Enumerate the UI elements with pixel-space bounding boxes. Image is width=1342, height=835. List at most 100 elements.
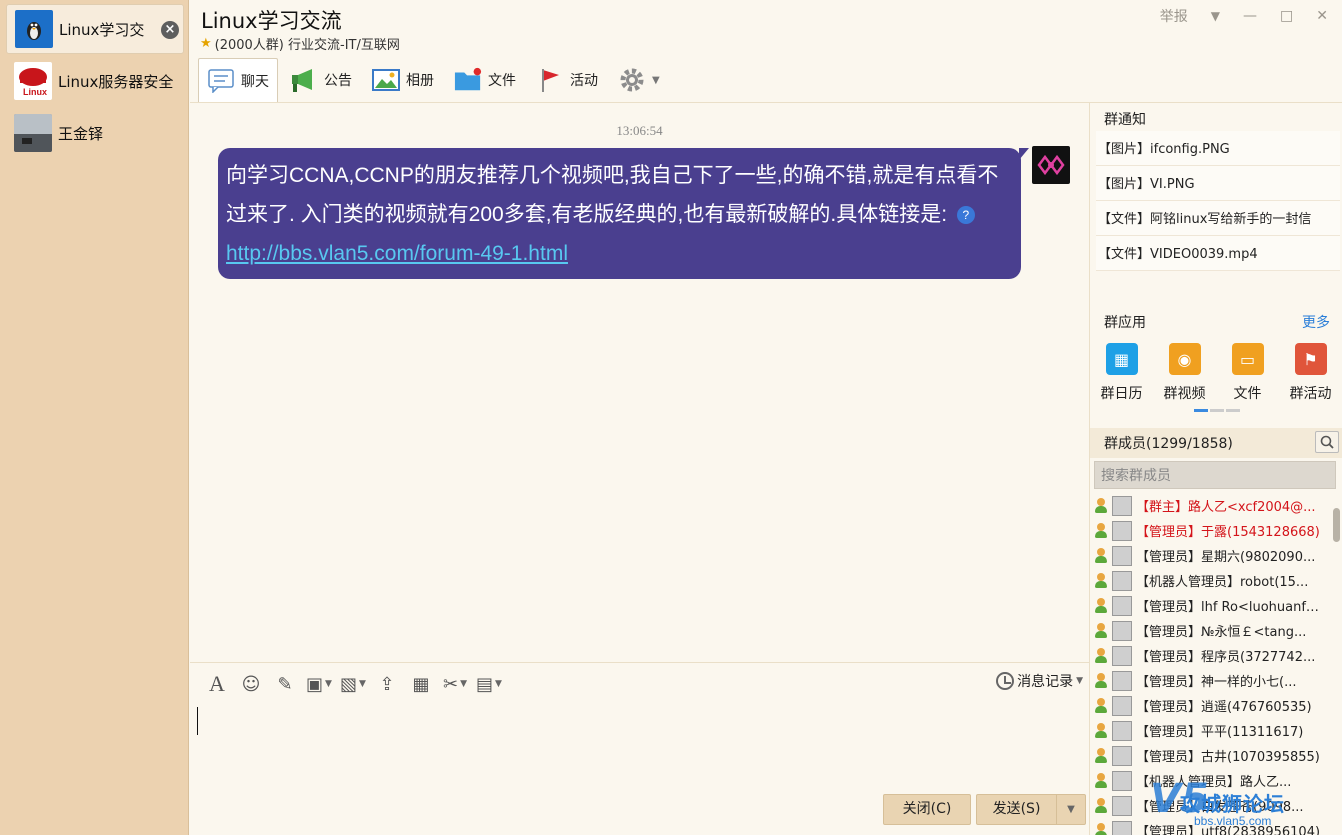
megaphone-icon <box>290 67 318 93</box>
member-row[interactable]: 【管理员】星期六(9802090... <box>1094 543 1326 568</box>
notice-title: 群通知 <box>1104 112 1146 128</box>
close-conversation-icon[interactable]: × <box>161 21 179 39</box>
activity-icon: ⚑ <box>1294 343 1327 375</box>
app-label: 群活动 <box>1289 386 1332 402</box>
send-button[interactable]: 发送(S) ▼ <box>976 794 1086 825</box>
notice-item[interactable]: 【文件】阿铭linux写给新手的一封信 <box>1096 201 1340 236</box>
message-timestamp: 13:06:54 <box>616 123 663 138</box>
tab-activity[interactable]: 活动 <box>528 59 606 101</box>
pager-dot[interactable] <box>1226 409 1240 412</box>
member-row[interactable]: 【管理员】平平(11311617) <box>1094 718 1326 743</box>
notice-item[interactable]: 【图片】VI.PNG <box>1096 166 1340 201</box>
close-button[interactable]: 关闭(C) <box>883 794 971 825</box>
app-activity[interactable]: ⚑ 群活动 <box>1279 343 1342 403</box>
group-info-panel: 群通知 【图片】ifconfig.PNG 【图片】VI.PNG 【文件】阿铭li… <box>1089 103 1342 835</box>
message-input-area: A ☺ ✎ ▣ ▼ ▧ ▼ ⇪ ▦ ✂ ▼ ▤ ▼ 消息记录 ▼ 关闭(C) 发送(S)… <box>190 662 1089 835</box>
notice-name: 阿铭linux写给新手的一封信 <box>1150 212 1312 227</box>
apps-title: 群应用 <box>1104 315 1146 331</box>
chat-icon <box>207 68 235 94</box>
person-icon <box>1094 522 1108 539</box>
tab-chat[interactable]: 聊天 <box>198 58 278 102</box>
notice-kind: 【图片】 <box>1098 141 1151 156</box>
member-row[interactable]: 【管理员】程序员(3727742... <box>1094 643 1326 668</box>
notice-item[interactable]: 【文件】VIDEO0039.mp4 <box>1096 236 1340 271</box>
more-apps-link[interactable]: 更多 <box>1302 312 1330 332</box>
member-list-scrollbar[interactable] <box>1333 508 1340 542</box>
tab-label: 聊天 <box>241 73 269 90</box>
member-name: 【群主】路人乙<xcf2004@... <box>1136 500 1316 515</box>
pager-dot[interactable] <box>1194 409 1208 412</box>
text-input-cursor[interactable] <box>197 707 198 735</box>
maximize-icon[interactable]: □ <box>1280 8 1293 24</box>
conversation-item-wang-jinduo[interactable]: 王金铎 <box>6 108 184 158</box>
tab-album[interactable]: 相册 <box>364 59 442 101</box>
font-icon[interactable]: A <box>200 670 234 698</box>
member-row[interactable]: 【管理员】古井(1070395855) <box>1094 743 1326 768</box>
member-row[interactable]: 【机器人管理员】路人乙... <box>1094 768 1326 793</box>
member-search-input[interactable]: 搜索群成员 <box>1094 461 1336 489</box>
chevron-down-icon: ▼ <box>652 74 660 86</box>
message-settings-icon[interactable]: ▤ ▼ <box>472 670 506 698</box>
star-icon: ★ <box>200 36 212 51</box>
pager-dot[interactable] <box>1210 409 1224 412</box>
member-row[interactable]: 【管理员】神一样的小七(... <box>1094 668 1326 693</box>
member-row[interactable]: 【管理员】utf8(2838956104) <box>1094 818 1326 835</box>
message-link[interactable]: http://bbs.vlan5.com/forum-49-1.html <box>226 242 568 265</box>
conversation-item-linux-server-security[interactable]: Linux Linux服务器安全 <box>6 56 184 106</box>
member-row[interactable]: 【管理员】白发苍苍(9098... <box>1094 793 1326 818</box>
person-icon <box>1094 672 1108 689</box>
notice-item[interactable]: 【图片】ifconfig.PNG <box>1096 131 1340 166</box>
member-name: 【管理员】于露(1543128668) <box>1136 525 1320 540</box>
person-icon <box>1094 797 1108 814</box>
app-calendar[interactable]: ▦ 群日历 <box>1090 343 1153 403</box>
app-files[interactable]: ▭ 文件 <box>1216 343 1279 403</box>
notice-list: 【图片】ifconfig.PNG 【图片】VI.PNG 【文件】阿铭linux写… <box>1096 131 1340 271</box>
member-row[interactable]: 【管理员】逍遥(476760535) <box>1094 693 1326 718</box>
member-name: 【管理员】lhf Ro<luohuanfe... <box>1136 600 1326 615</box>
search-icon[interactable] <box>1315 431 1339 453</box>
tab-announcement[interactable]: 公告 <box>282 59 360 101</box>
group-title[interactable]: Linux学习交流 <box>201 5 342 35</box>
magic-wand-icon[interactable]: ✎ <box>268 670 302 698</box>
notice-name: VI.PNG <box>1150 177 1195 192</box>
scissors-icon[interactable]: ✂ ▼ <box>438 670 472 698</box>
minimize-icon[interactable]: — <box>1243 8 1257 24</box>
emoji-icon[interactable]: ☺ <box>234 670 268 698</box>
sender-avatar[interactable] <box>1032 146 1070 184</box>
member-row[interactable]: 【管理员】于露(1543128668) <box>1094 518 1326 543</box>
window-controls: 举报 ▼ — □ ✕ <box>1160 6 1342 26</box>
members-header: 群成员(1299/1858) <box>1090 428 1342 458</box>
clock-icon <box>996 672 1015 690</box>
member-avatar <box>1112 745 1132 766</box>
send-options-icon[interactable]: ▼ <box>1057 795 1085 824</box>
gift-icon[interactable]: ▦ <box>404 670 438 698</box>
emoticon-package-icon[interactable]: ▣ ▼ <box>302 670 336 698</box>
upload-icon[interactable]: ⇪ <box>370 670 404 698</box>
dropdown-arrow-icon[interactable]: ▼ <box>1211 9 1220 23</box>
user-avatar <box>14 114 52 152</box>
members-title: 群成员(1299/1858) <box>1104 436 1233 452</box>
person-icon <box>1094 547 1108 564</box>
member-row[interactable]: 【管理员】№永恒￡<tang... <box>1094 618 1326 643</box>
member-row[interactable]: 【机器人管理员】robot(15... <box>1094 568 1326 593</box>
app-video[interactable]: ◉ 群视频 <box>1153 343 1216 403</box>
tab-files[interactable]: 文件 <box>446 59 524 101</box>
settings-menu[interactable]: ▼ <box>610 59 668 101</box>
close-window-icon[interactable]: ✕ <box>1316 8 1328 24</box>
member-avatar <box>1112 620 1132 641</box>
report-button[interactable]: 举报 <box>1160 6 1188 26</box>
member-row[interactable]: 【管理员】lhf Ro<luohuanfe... <box>1094 593 1326 618</box>
message-history-button[interactable]: 消息记录 ▼ <box>996 671 1083 691</box>
apps-pager[interactable] <box>1194 409 1242 412</box>
member-name: 【管理员】程序员(3727742... <box>1136 650 1316 665</box>
conversation-item-linux-study[interactable]: Linux学习交 × <box>6 4 184 54</box>
folder-icon <box>454 67 482 93</box>
member-row[interactable]: 【群主】路人乙<xcf2004@... <box>1094 493 1326 518</box>
group-subtitle: ★ (2000人群) 行业交流-IT/互联网 <box>200 34 400 53</box>
input-toolbar: A ☺ ✎ ▣ ▼ ▧ ▼ ⇪ ▦ ✂ ▼ ▤ ▼ <box>200 669 506 699</box>
person-icon <box>1094 572 1108 589</box>
member-avatar <box>1112 645 1132 666</box>
image-icon[interactable]: ▧ ▼ <box>336 670 370 698</box>
send-label[interactable]: 发送(S) <box>977 795 1057 824</box>
notice-kind: 【文件】 <box>1098 246 1151 261</box>
